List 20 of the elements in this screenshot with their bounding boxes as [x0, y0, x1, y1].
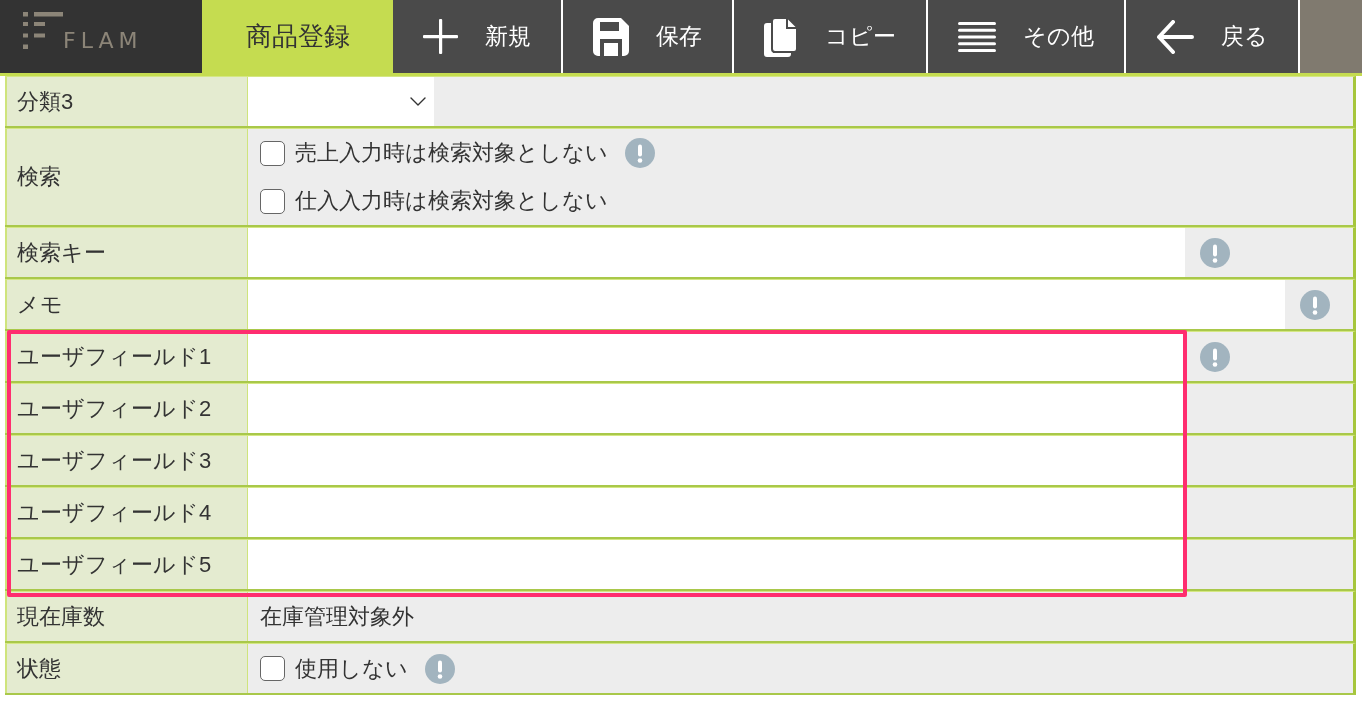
- arrow-left-icon: [1156, 19, 1194, 54]
- logo-mark-icon: [23, 12, 63, 49]
- save-icon: [593, 17, 629, 56]
- plus-icon: [423, 19, 458, 54]
- copy-icon: [764, 16, 798, 57]
- checkbox[interactable]: [260, 188, 285, 214]
- checkbox-label[interactable]: 売上入力時は検索対象としない: [295, 138, 608, 168]
- field-value-text: 在庫管理対象外: [260, 602, 414, 631]
- exclamation-icon[interactable]: [425, 653, 455, 684]
- checkbox[interactable]: [260, 140, 285, 166]
- page-title-tab[interactable]: 商品登録: [202, 0, 393, 73]
- exclamation-icon[interactable]: [625, 138, 655, 168]
- checkbox-label[interactable]: 使用しない: [295, 653, 408, 684]
- field-label: 状態: [5, 644, 248, 693]
- field-label: 現在庫数: [5, 592, 248, 641]
- checkbox-label[interactable]: 仕入入力時は検索対象としない: [295, 186, 608, 216]
- menu-icon: [958, 21, 996, 52]
- field-label: 検索: [5, 129, 248, 225]
- checkbox[interactable]: [260, 656, 285, 681]
- logo-text: FLAM: [63, 30, 143, 51]
